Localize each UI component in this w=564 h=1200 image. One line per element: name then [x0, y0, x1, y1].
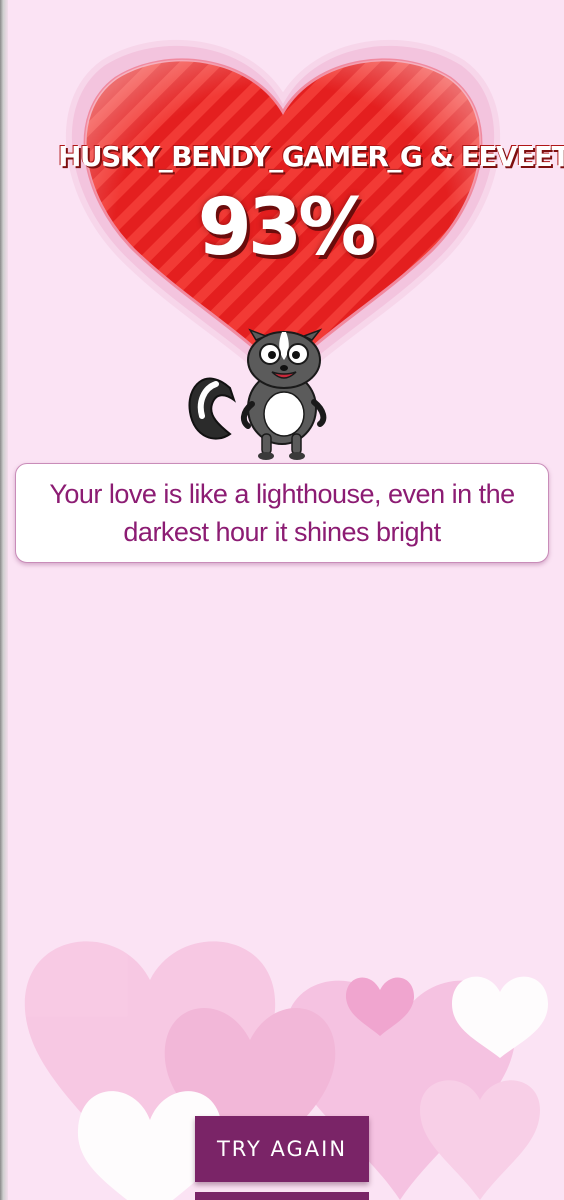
love-result-screen: HUSKY_BENDY_GAMER_G & EEVEETAKESAHIK 93%	[0, 0, 564, 1200]
secondary-button[interactable]	[195, 1192, 369, 1200]
try-again-button[interactable]: TRY AGAIN	[195, 1116, 369, 1182]
skunk-mascot-icon	[186, 326, 332, 462]
couple-names: HUSKY_BENDY_GAMER_G & EEVEETAKESAHIK	[58, 140, 564, 173]
love-message-card: Your love is like a lighthouse, even in …	[15, 463, 549, 563]
love-message: Your love is like a lighthouse, even in …	[49, 479, 515, 547]
love-percentage: 93%	[197, 183, 377, 273]
